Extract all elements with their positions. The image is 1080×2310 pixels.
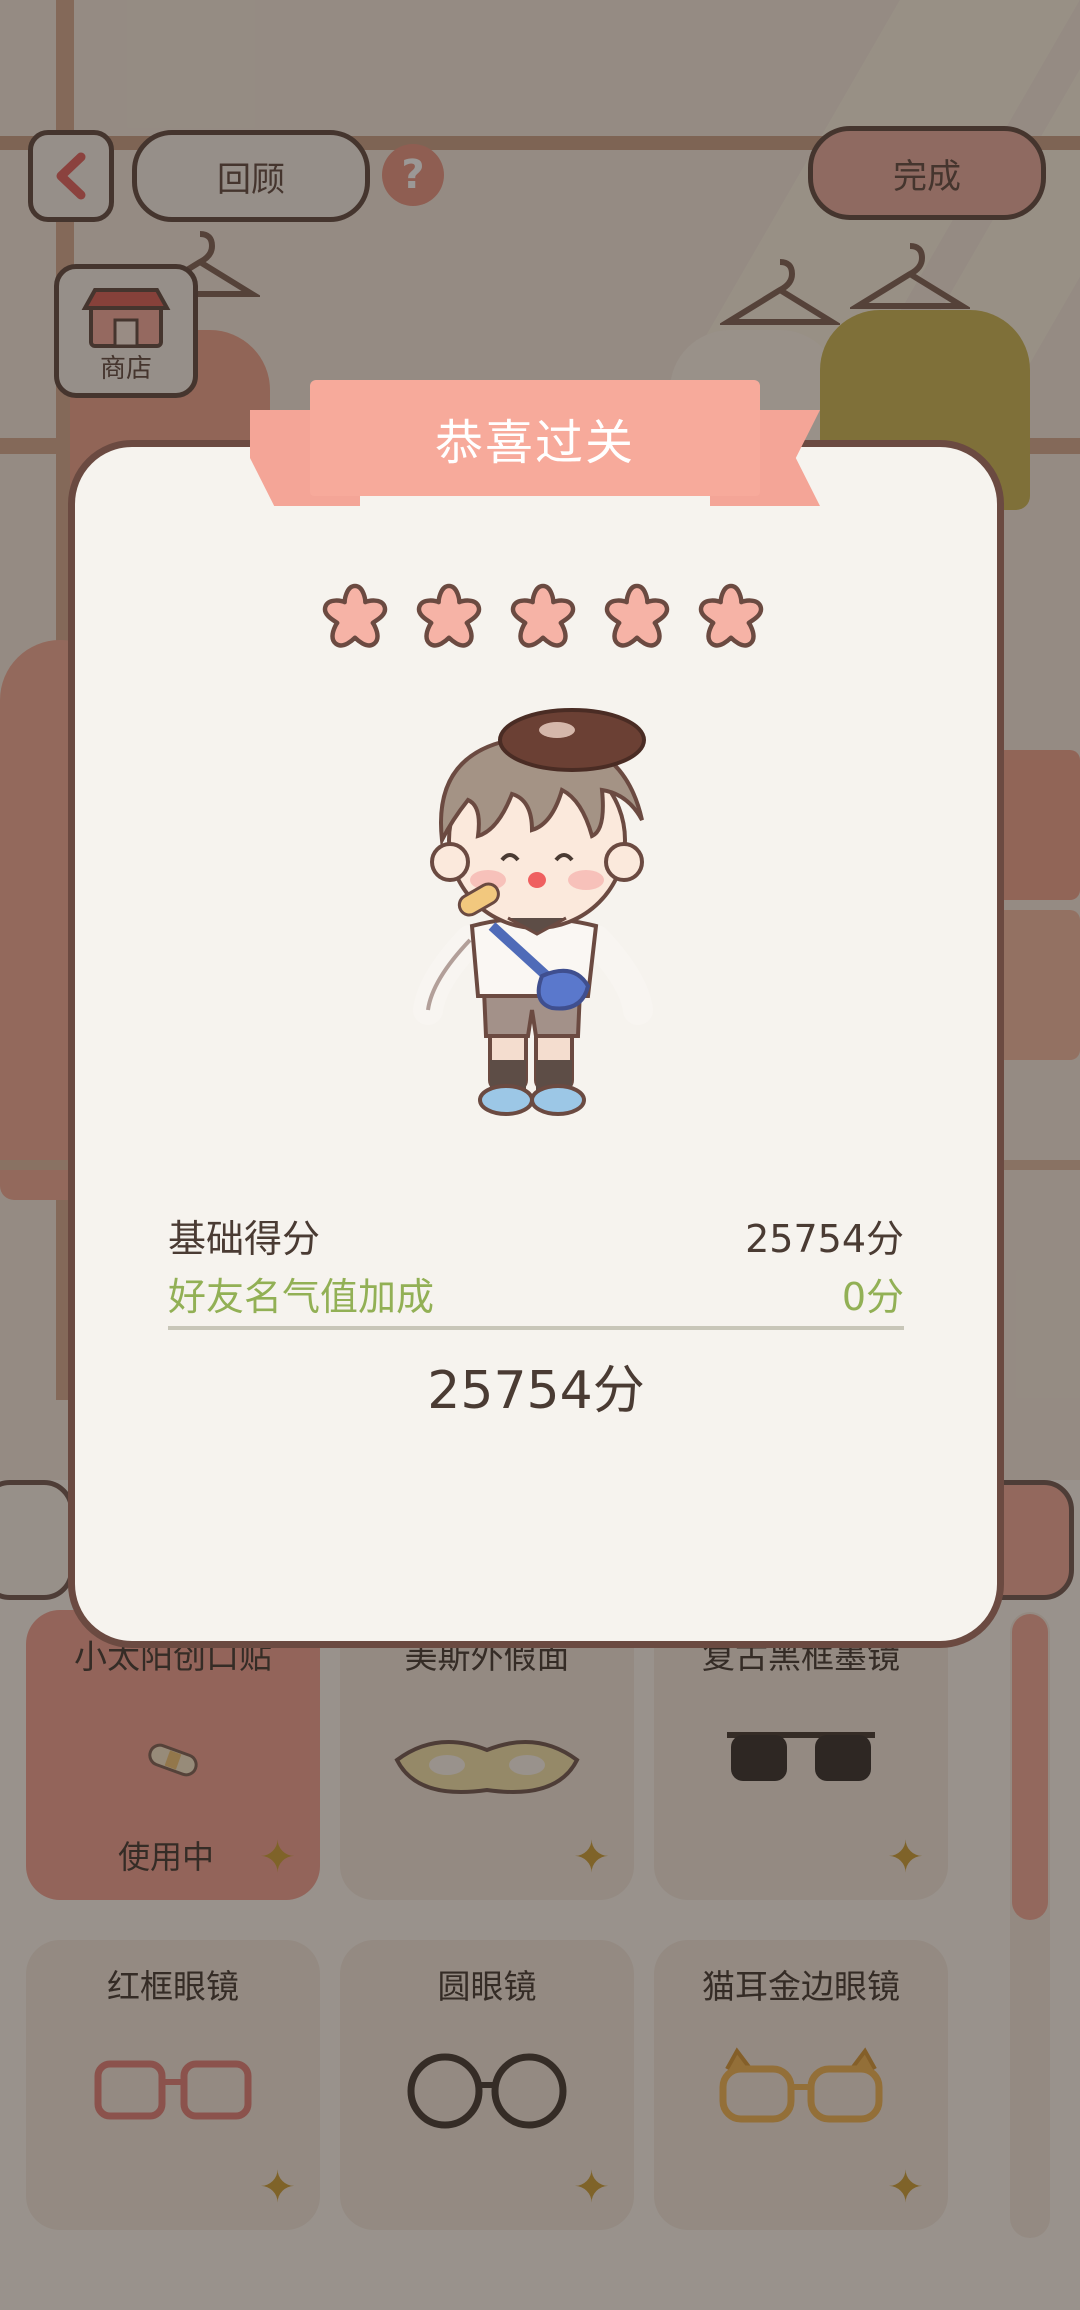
bonus-value: 0分 bbox=[841, 1275, 904, 1319]
base-score-row: 基础得分 25754分 bbox=[168, 1208, 904, 1263]
total-score: 25754分 bbox=[427, 1361, 645, 1421]
title-ribbon: 恭喜过关 bbox=[250, 380, 820, 530]
flower-star-icon bbox=[322, 583, 388, 648]
bonus-score-row: 好友名气值加成 0分 bbox=[168, 1266, 904, 1321]
bonus-label: 好友名气值加成 bbox=[168, 1275, 435, 1319]
character-avatar bbox=[413, 708, 653, 1116]
base-score-label: 基础得分 bbox=[168, 1217, 321, 1261]
flower-star-icon bbox=[698, 583, 764, 648]
flower-star-icon bbox=[510, 583, 576, 648]
flower-star-icon bbox=[604, 583, 670, 648]
dialog-title: 恭喜过关 bbox=[310, 380, 760, 496]
rating-stars bbox=[318, 580, 768, 654]
score-divider bbox=[168, 1326, 904, 1330]
flower-star-icon bbox=[416, 583, 482, 648]
base-score-value: 25754分 bbox=[745, 1217, 904, 1261]
